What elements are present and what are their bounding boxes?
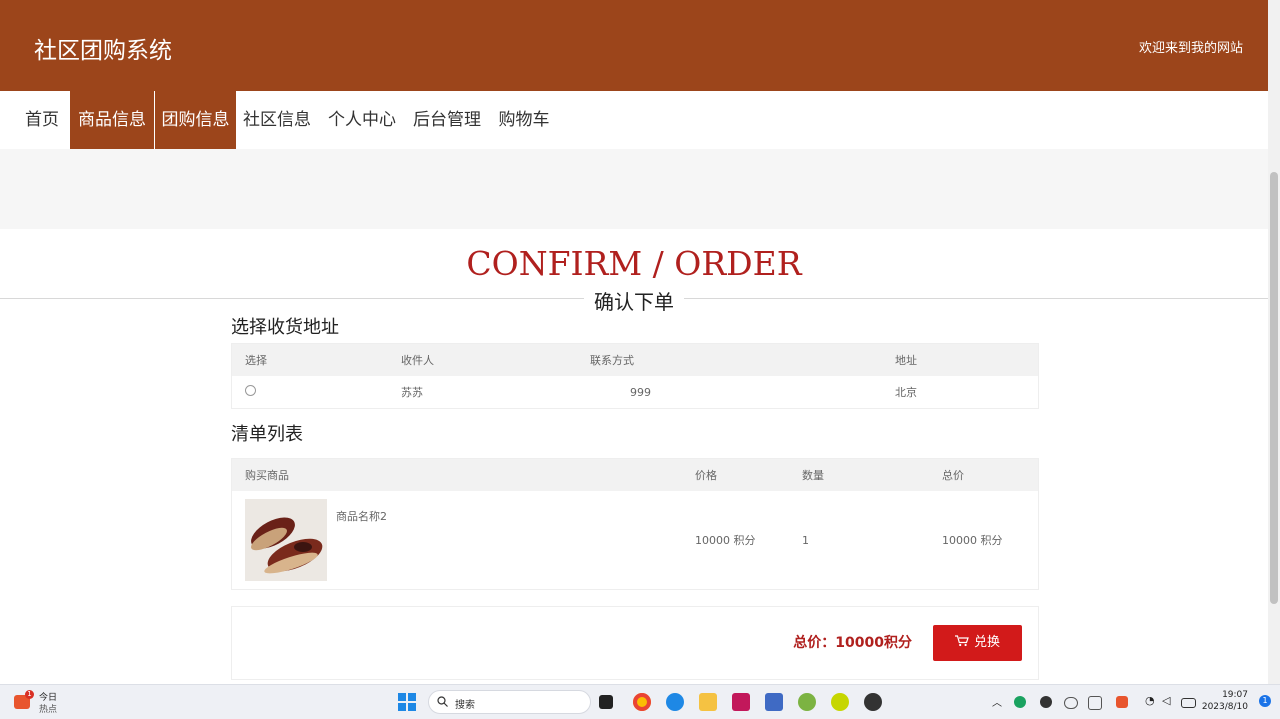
search-label: 搜索	[455, 700, 475, 711]
widget-line2: 热点	[39, 705, 58, 715]
col-contact: 联系方式	[577, 343, 882, 376]
address-table: 选择 收件人 联系方式 地址 苏苏 999 北京	[231, 343, 1039, 409]
table-header-row: 购买商品 价格 数量 总价	[231, 458, 1039, 491]
col-price: 价格	[682, 458, 789, 491]
clock-date: 2023/8/10	[1201, 702, 1248, 712]
onedrive-icon[interactable]	[1064, 697, 1078, 709]
nav-item-home[interactable]: 首页	[16, 91, 68, 149]
tray-app-icon[interactable]	[1014, 696, 1026, 708]
col-address: 地址	[882, 343, 1039, 376]
file-explorer-icon[interactable]	[699, 693, 717, 711]
order-summary: 总价：10000积分 兑换	[231, 606, 1039, 680]
taskbar-clock[interactable]: 19:07 2023/8/10	[1202, 689, 1248, 713]
notification-badge[interactable]: 1	[1259, 695, 1271, 707]
banner-strip	[0, 149, 1268, 229]
qty-cell: 1	[802, 533, 809, 547]
nav-item-profile[interactable]: 个人中心	[323, 91, 401, 149]
edge-icon[interactable]	[666, 693, 684, 711]
nav-item-community[interactable]: 社区信息	[238, 91, 316, 149]
ime-icon[interactable]	[1088, 696, 1102, 710]
task-view-icon[interactable]	[599, 695, 613, 709]
product-image[interactable]	[245, 499, 327, 581]
app-icon-3[interactable]	[864, 693, 882, 711]
recipient-cell: 苏苏	[401, 386, 423, 399]
exchange-button[interactable]: 兑换	[933, 625, 1022, 661]
clock-time: 19:07	[1222, 690, 1248, 700]
address-section-title: 选择收货地址	[231, 317, 339, 338]
app-icon-2[interactable]	[831, 693, 849, 711]
volume-icon[interactable]: ◁	[1162, 694, 1170, 707]
nav-item-products[interactable]: 商品信息	[70, 91, 154, 149]
product-cell: 商品名称2	[232, 491, 683, 590]
nav-item-cart[interactable]: 购物车	[493, 91, 555, 149]
table-row[interactable]: 苏苏 999 北京	[232, 376, 1039, 409]
chrome-icon[interactable]	[633, 693, 651, 711]
table-header-row: 选择 收件人 联系方式 地址	[231, 343, 1039, 376]
nav-item-group-buy[interactable]: 团购信息	[155, 91, 236, 149]
notepad-icon[interactable]	[765, 693, 783, 711]
product-name: 商品名称2	[336, 510, 387, 523]
exchange-button-label: 兑换	[973, 635, 1000, 650]
windows-start-icon[interactable]	[398, 693, 416, 711]
heading-english: CONFIRM / ORDER	[466, 244, 802, 283]
site-title[interactable]: 社区团购系统	[34, 31, 172, 65]
address-radio[interactable]	[245, 385, 256, 396]
heading-chinese: 确认下单	[584, 286, 684, 315]
col-product: 购买商品	[231, 458, 682, 491]
wifi-icon[interactable]: ◔	[1145, 694, 1155, 707]
widget-badge: 1	[25, 690, 34, 699]
cart-icon	[954, 635, 969, 647]
address-cell: 北京	[895, 386, 917, 399]
col-total: 总价	[929, 458, 1039, 491]
page-scrollbar[interactable]	[1268, 0, 1280, 684]
sogou-icon[interactable]	[1116, 696, 1128, 708]
address-radio-cell[interactable]	[232, 376, 389, 409]
main-nav: 首页 商品信息 团购信息 社区信息 个人中心 后台管理 购物车	[0, 91, 1268, 149]
total-cell: 10000 积分	[942, 534, 1003, 547]
taskbar-search[interactable]: 搜索	[428, 690, 591, 714]
list-section-title: 清单列表	[231, 424, 303, 445]
order-list-table: 购买商品 价格 数量 总价 商品名称2 10000 积分 1 10000 积分	[231, 458, 1039, 590]
table-row: 商品名称2 10000 积分 1 10000 积分	[232, 491, 1039, 590]
welcome-text: 欢迎来到我的网站	[1138, 41, 1243, 56]
battery-icon[interactable]	[1181, 698, 1196, 708]
col-select: 选择	[231, 343, 388, 376]
search-icon	[437, 696, 448, 707]
col-qty: 数量	[789, 458, 929, 491]
scrollbar-thumb[interactable]	[1270, 172, 1278, 604]
total-price: 总价：10000积分	[793, 635, 912, 651]
app-icon-1[interactable]	[798, 693, 816, 711]
chevron-up-icon[interactable]: ︿	[992, 694, 1002, 709]
browser-page: 社区团购系统 欢迎来到我的网站 首页 商品信息 团购信息 社区信息 个人中心 后…	[0, 0, 1268, 684]
nav-item-admin[interactable]: 后台管理	[408, 91, 486, 149]
qq-icon[interactable]	[1040, 696, 1052, 708]
ide-icon[interactable]	[732, 693, 750, 711]
col-recipient: 收件人	[388, 343, 577, 376]
phone-cell: 999	[630, 385, 651, 399]
site-header: 社区团购系统 欢迎来到我的网站	[0, 0, 1268, 91]
os-taskbar: 1 今日 热点 搜索 ︿ ◔ ◁ 19:07 2023/8/10 1	[0, 684, 1280, 719]
price-cell: 10000 积分	[695, 534, 756, 547]
